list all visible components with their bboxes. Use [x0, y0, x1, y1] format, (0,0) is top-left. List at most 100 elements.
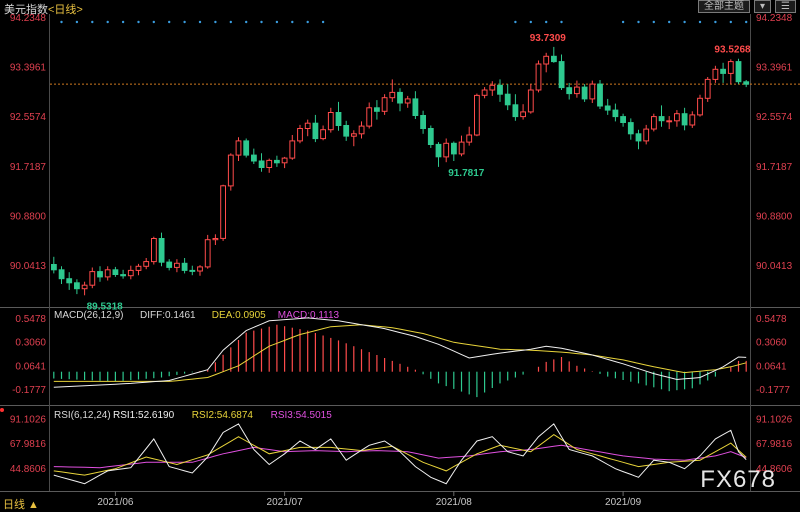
marker-dot — [137, 20, 140, 24]
candle-body — [474, 94, 480, 136]
candle-body — [404, 98, 411, 104]
candle-body — [320, 129, 327, 140]
candle-body — [589, 83, 596, 100]
high-annotation: 93.7309 — [530, 33, 567, 44]
rsi-label-rsi2: RSI2:54.6874 — [192, 410, 254, 421]
candle-body — [543, 55, 550, 65]
candle-body — [120, 274, 126, 277]
macd-tick-right: 0.3060 — [756, 338, 787, 349]
marker-dot — [714, 20, 717, 24]
marker-dot — [152, 20, 155, 24]
candle-body — [604, 105, 611, 111]
macd-tick-left: 0.3060 — [15, 338, 46, 349]
x-tick-label: 2021/06 — [97, 497, 134, 508]
marker-dot — [275, 20, 279, 24]
diff-line — [53, 317, 747, 388]
candle-body — [489, 84, 496, 91]
marker-dot — [652, 20, 655, 24]
candle-body — [681, 113, 688, 126]
rsi-tick-right: 91.1026 — [756, 415, 793, 426]
marker-dot — [306, 20, 309, 24]
y-tick-label-left: 93.3961 — [10, 63, 47, 74]
candle-body — [381, 97, 388, 112]
menu-icon[interactable]: ☰ — [775, 0, 796, 13]
rsi-tick-left: 44.8606 — [10, 464, 47, 475]
candle-body — [504, 93, 511, 106]
candle-body — [658, 116, 665, 122]
candle-body — [243, 140, 250, 156]
candle-body — [143, 261, 150, 267]
marker-dot — [60, 20, 63, 24]
x-tick-label: 2021/09 — [605, 497, 642, 508]
y-tick-label-right: 94.2348 — [756, 13, 793, 24]
marker-dot — [198, 20, 202, 24]
y-tick-label-right: 91.7187 — [756, 162, 793, 173]
marker-dot — [229, 20, 232, 24]
candle-body — [597, 83, 603, 107]
candle-body — [158, 238, 165, 263]
candle-body — [535, 63, 542, 91]
marker-dot — [91, 20, 94, 24]
x-tick-label: 2021/08 — [436, 497, 473, 508]
chart-canvas: 94.2348 94.234893.3961 93.396192.5574 92.55… — [0, 13, 800, 508]
period-tab[interactable]: 日线 ▲ — [3, 496, 39, 512]
marker-dot — [729, 20, 732, 24]
y-tick-label-right: 90.8800 — [756, 211, 793, 222]
candle-body — [66, 278, 73, 284]
marker-dot — [245, 20, 248, 24]
rsi-tick-right: 67.9816 — [756, 439, 793, 450]
chart-title: 美元指数<日线> — [4, 1, 83, 17]
low-annotation: 91.7817 — [448, 168, 485, 179]
marker-dot — [75, 20, 79, 24]
candle-body — [627, 122, 634, 135]
candle-body — [612, 109, 619, 118]
macd-tick-left: -0.1777 — [12, 385, 46, 396]
marker-dot — [560, 20, 563, 24]
marker-dot — [745, 20, 748, 24]
alert-dot-icon — [0, 408, 4, 412]
macd-tick-left: 0.0641 — [15, 361, 46, 372]
period-label[interactable]: <日线> — [48, 4, 83, 16]
marker-dot — [668, 20, 671, 24]
candle-body — [420, 115, 427, 129]
candle-body — [297, 128, 303, 142]
candle-body — [412, 98, 419, 117]
macd-label-diff: DIFF:0.1461 — [140, 310, 196, 321]
macd-tick-right: 0.0641 — [756, 361, 787, 372]
dropdown-icon[interactable]: ▾ — [754, 0, 772, 13]
candle-body — [351, 133, 357, 137]
candle-body — [189, 269, 196, 272]
candle-body — [135, 265, 142, 271]
candle-body — [304, 122, 311, 129]
rsi2-line — [53, 433, 747, 476]
marker-dot — [291, 20, 294, 24]
price-chart: 94.2348 94.234893.3961 93.396192.5574 92.55… — [10, 13, 800, 312]
candle-body — [427, 128, 434, 145]
x-tick-label: 2021/07 — [267, 497, 304, 508]
candle-body — [327, 112, 334, 131]
candle-body — [666, 120, 673, 123]
rsi-label-rsi3: RSI3:54.5015 — [271, 410, 333, 421]
candle-body — [212, 238, 219, 241]
candle-body — [674, 113, 680, 122]
candle-body — [174, 262, 180, 268]
candle-body — [258, 160, 265, 168]
marker-dot — [683, 20, 686, 24]
candle-body — [251, 154, 257, 162]
candle-body — [151, 238, 157, 263]
candle-body — [727, 61, 734, 74]
candle-body — [358, 125, 365, 135]
candle-body — [620, 116, 627, 123]
candle-body — [497, 84, 503, 95]
theme-select-button[interactable]: 全部主题 — [698, 0, 750, 13]
candle-body — [527, 89, 534, 113]
marker-dot — [214, 20, 217, 24]
candle-body — [443, 142, 450, 158]
candle-body — [551, 55, 557, 63]
candle-body — [289, 140, 296, 159]
y-tick-label-right: 93.3961 — [756, 63, 793, 74]
candle-body — [574, 86, 580, 95]
macd-chart: MACD(26,12,9) DIFF:0.1461 DEA:0.0905 MACD:0… — [12, 310, 790, 398]
marker-dot — [260, 20, 263, 24]
candle-body — [520, 111, 527, 118]
